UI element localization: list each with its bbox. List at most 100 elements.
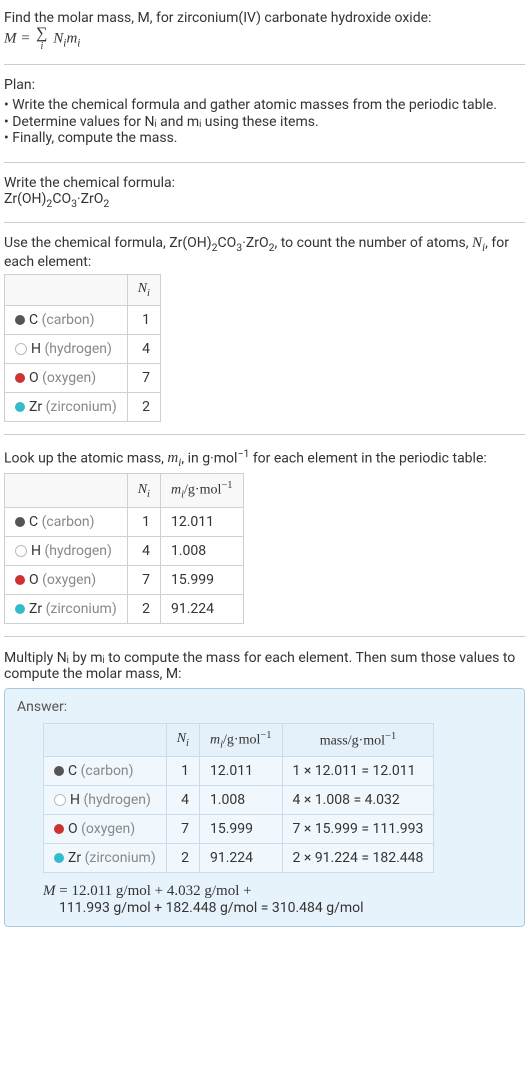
element-name: (oxygen) xyxy=(42,370,96,386)
table-header-blank xyxy=(44,723,167,756)
table-header-row: Ni mi/g·mol−1 mass/g·mol−1 xyxy=(44,723,434,756)
element-swatch-icon xyxy=(54,794,66,806)
element-swatch-icon xyxy=(15,517,25,527)
value-mi: 91.224 xyxy=(160,594,243,623)
element-swatch-icon xyxy=(15,402,25,412)
sigma-under: i xyxy=(36,42,47,52)
problem-statement: Find the molar mass, M, for zirconium(IV… xyxy=(4,4,525,58)
value-mass: 4 × 1.008 = 4.032 xyxy=(282,786,434,815)
value-Ni: 1 xyxy=(166,757,199,786)
label-part: for each element in the periodic table: xyxy=(249,450,486,466)
formula-part: Zr(OH) xyxy=(169,235,211,251)
table-row: Zr (zirconium) 2 91.224 2 × 91.224 = 182… xyxy=(44,844,434,873)
element-name: (zirconium) xyxy=(46,399,117,415)
element-symbol: Zr xyxy=(29,601,42,617)
element-cell: C (carbon) xyxy=(5,507,128,536)
element-symbol: O xyxy=(68,821,78,837)
final-sum-line2: 111.993 g/mol + 182.448 g/mol = 310.484 … xyxy=(59,900,512,916)
plan-section: Plan: Write the chemical formula and gat… xyxy=(4,71,525,156)
element-cell: H (hydrogen) xyxy=(5,536,128,565)
element-symbol: O xyxy=(29,572,39,588)
table-row: Zr (zirconium) 2 91.224 xyxy=(5,594,244,623)
element-name: (hydrogen) xyxy=(83,792,150,808)
table-header-Ni: Ni xyxy=(127,474,160,507)
element-symbol: Zr xyxy=(29,399,42,415)
chemical-formula: Zr(OH)2CO3·ZrO2 xyxy=(4,191,525,210)
element-name: (carbon) xyxy=(42,312,95,328)
element-swatch-icon xyxy=(15,315,25,325)
chemical-formula-inline: Zr(OH)2CO3·ZrO2 xyxy=(169,235,274,251)
formula-part: Zr(OH) xyxy=(4,191,46,207)
value-mass: 1 × 12.011 = 12.011 xyxy=(282,757,434,786)
molar-mass-equation: M = ∑i Nimi xyxy=(4,26,525,52)
table-row: O (oxygen) 7 15.999 xyxy=(5,565,244,594)
element-swatch-icon xyxy=(54,853,64,863)
table-row: C (carbon) 1 12.011 xyxy=(5,507,244,536)
atomic-mass-table: Ni mi/g·mol−1 C (carbon) 1 12.011 H (hyd… xyxy=(4,473,244,623)
label-part: , in g·mol xyxy=(181,450,237,466)
step-label: Write the chemical formula: xyxy=(4,175,525,191)
element-cell: O (oxygen) xyxy=(5,363,128,392)
value-Ni: 1 xyxy=(127,305,160,334)
value-mi: 1.008 xyxy=(199,786,282,815)
value-Ni: 4 xyxy=(127,334,160,363)
value-Ni: 7 xyxy=(127,363,160,392)
element-swatch-icon xyxy=(15,575,25,585)
table-row: H (hydrogen) 4 xyxy=(5,334,161,363)
value-Ni: 7 xyxy=(127,565,160,594)
element-name: (hydrogen) xyxy=(44,543,111,559)
element-symbol: Zr xyxy=(68,850,81,866)
plan-item: Finally, compute the mass. xyxy=(4,130,525,146)
step-label: Multiply Nᵢ by mᵢ to compute the mass fo… xyxy=(4,649,525,682)
value-Ni: 2 xyxy=(127,594,160,623)
element-swatch-icon xyxy=(54,824,64,834)
divider xyxy=(4,162,525,163)
element-cell: C (carbon) xyxy=(5,305,128,334)
element-cell: H (hydrogen) xyxy=(5,334,128,363)
plan-label: Plan: xyxy=(4,77,525,93)
step-write-formula: Write the chemical formula: Zr(OH)2CO3·Z… xyxy=(4,169,525,216)
element-cell: Zr (zirconium) xyxy=(5,594,128,623)
label-part: Look up the atomic mass, xyxy=(4,450,167,466)
var-m: m xyxy=(167,450,178,466)
divider xyxy=(4,64,525,65)
problem-text: Find the molar mass, M, for zirconium(IV… xyxy=(4,10,525,26)
value-Ni: 7 xyxy=(166,815,199,844)
value-mass: 7 × 15.999 = 111.993 xyxy=(282,815,434,844)
var-N: N xyxy=(472,235,482,251)
element-name: (carbon) xyxy=(81,763,134,779)
table-header-row: Ni mi/g·mol−1 xyxy=(5,474,244,507)
value-Ni: 4 xyxy=(127,536,160,565)
element-symbol: C xyxy=(29,514,38,530)
value-Ni: 2 xyxy=(127,392,160,421)
element-name: (oxygen) xyxy=(42,572,96,588)
value-mi: 91.224 xyxy=(199,844,282,873)
table-row: O (oxygen) 7 15.999 7 × 15.999 = 111.993 xyxy=(44,815,434,844)
table-row: O (oxygen) 7 xyxy=(5,363,161,392)
table-header-Ni: Ni xyxy=(166,723,199,756)
divider xyxy=(4,434,525,435)
table-header-mi: mi/g·mol−1 xyxy=(199,723,282,756)
step-atomic-masses: Look up the atomic mass, mi, in g·mol−1 … xyxy=(4,441,525,630)
step-compute-mass: Multiply Nᵢ by mᵢ to compute the mass fo… xyxy=(4,643,525,933)
table-header-blank xyxy=(5,474,128,507)
table-row: C (carbon) 1 xyxy=(5,305,161,334)
answer-title: Answer: xyxy=(17,699,512,715)
element-symbol: C xyxy=(29,312,38,328)
formula-part: CO xyxy=(218,235,237,251)
table-header-mass: mass/g·mol−1 xyxy=(282,723,434,756)
sigma-icon: ∑i xyxy=(36,26,47,52)
plan-list: Write the chemical formula and gather at… xyxy=(4,97,525,146)
element-symbol: H xyxy=(70,792,80,808)
element-swatch-icon xyxy=(15,373,25,383)
sigma-symbol: ∑ xyxy=(36,26,47,42)
element-cell: Zr (zirconium) xyxy=(44,844,167,873)
element-cell: O (oxygen) xyxy=(44,815,167,844)
element-name: (zirconium) xyxy=(46,601,117,617)
element-symbol: H xyxy=(31,543,41,559)
value-mass: 2 × 91.224 = 182.448 xyxy=(282,844,434,873)
plan-item: Write the chemical formula and gather at… xyxy=(4,97,525,113)
label-sup: −1 xyxy=(237,447,249,460)
element-swatch-icon xyxy=(54,766,64,776)
element-name: (carbon) xyxy=(42,514,95,530)
